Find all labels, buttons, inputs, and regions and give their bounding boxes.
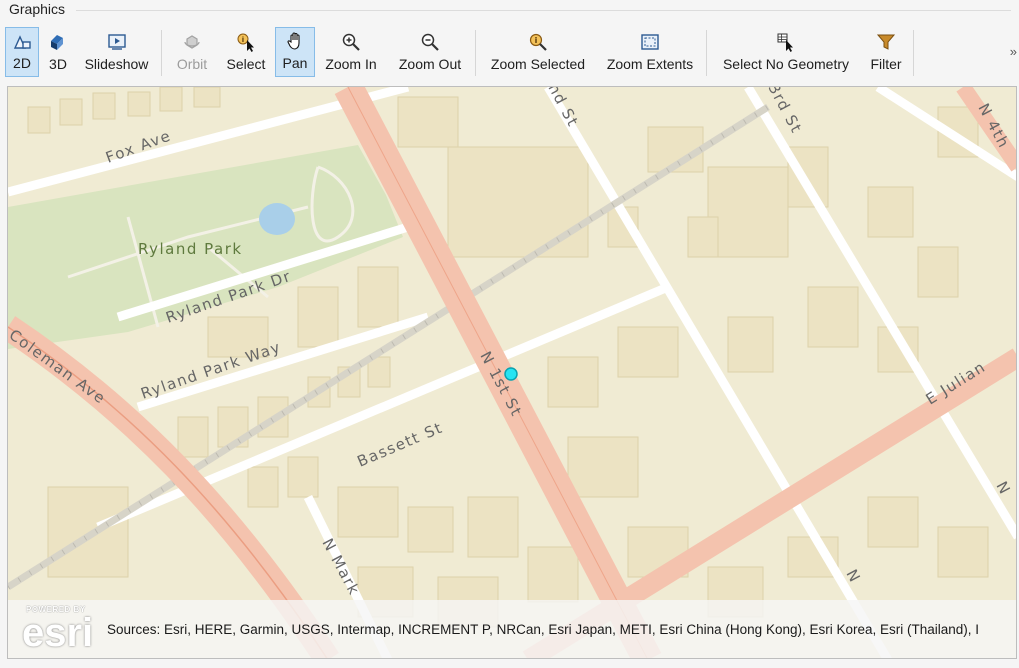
slideshow-icon bbox=[107, 34, 126, 50]
zoom-extents-label: Zoom Extents bbox=[606, 56, 694, 72]
slideshow-button[interactable]: Slideshow bbox=[79, 27, 154, 77]
select-label: Select bbox=[226, 56, 266, 72]
separator bbox=[475, 30, 476, 76]
graphics-panel-title: Graphics bbox=[9, 1, 66, 17]
zoom-in-label: Zoom In bbox=[325, 56, 377, 72]
2d-label: 2D bbox=[13, 55, 31, 71]
zoom-in-button[interactable]: Zoom In bbox=[320, 27, 382, 77]
2d-button[interactable]: 2D bbox=[5, 27, 39, 77]
svg-text:i: i bbox=[242, 36, 244, 44]
zoom-in-icon bbox=[342, 33, 360, 51]
view-3d-icon bbox=[51, 35, 63, 50]
select-no-geometry-button[interactable]: Select No Geometry bbox=[716, 27, 856, 77]
pan-label: Pan bbox=[282, 55, 308, 71]
slideshow-label: Slideshow bbox=[84, 56, 149, 72]
select-button[interactable]: i Select bbox=[222, 27, 270, 77]
separator bbox=[161, 30, 162, 76]
ribbon-toolbar: 2D 3D Slideshow Orbit i Select Pan Zoom … bbox=[0, 24, 1019, 80]
pond bbox=[259, 203, 295, 235]
label-ryland-park: Ryland Park bbox=[138, 240, 243, 258]
zoom-selected-icon: i bbox=[529, 33, 547, 51]
3d-label: 3D bbox=[49, 56, 67, 72]
separator bbox=[706, 30, 707, 76]
zoom-extents-button[interactable]: Zoom Extents bbox=[601, 27, 699, 77]
esri-wordmark: esri bbox=[22, 611, 94, 655]
basemap: Fox Ave Ryland Park Ryland Park Dr Rylan… bbox=[8, 87, 1016, 658]
pan-button[interactable]: Pan bbox=[275, 27, 315, 77]
svg-text:i: i bbox=[535, 36, 538, 45]
orbit-label: Orbit bbox=[176, 56, 208, 72]
zoom-selected-button[interactable]: i Zoom Selected bbox=[484, 27, 592, 77]
attribution-sources: Sources: Esri, HERE, Garmin, USGS, Inter… bbox=[107, 622, 980, 637]
group-divider bbox=[76, 10, 1011, 11]
filter-label: Filter bbox=[870, 56, 902, 72]
zoom-extents-icon bbox=[641, 34, 659, 50]
orbit-button[interactable]: Orbit bbox=[170, 27, 214, 77]
zoom-out-label: Zoom Out bbox=[398, 56, 462, 72]
view-2d-icon bbox=[13, 35, 31, 49]
zoom-out-button[interactable]: Zoom Out bbox=[392, 27, 468, 77]
select-cursor-icon: i bbox=[237, 33, 254, 52]
filter-button[interactable]: Filter bbox=[864, 27, 908, 77]
filter-icon bbox=[876, 34, 896, 50]
esri-logo: POWERED BY esri bbox=[22, 605, 102, 655]
toolbar-overflow-chevron[interactable]: » bbox=[1010, 44, 1017, 59]
select-no-geometry-icon bbox=[777, 33, 793, 52]
separator bbox=[913, 30, 914, 76]
zoom-selected-label: Zoom Selected bbox=[490, 56, 586, 72]
map-view[interactable]: Fox Ave Ryland Park Ryland Park Dr Rylan… bbox=[7, 86, 1017, 659]
select-no-geometry-label: Select No Geometry bbox=[722, 56, 850, 72]
zoom-out-icon bbox=[421, 33, 439, 51]
attribution-bar: POWERED BY esri Sources: Esri, HERE, Gar… bbox=[8, 600, 1016, 658]
orbit-icon bbox=[184, 35, 200, 49]
hand-icon bbox=[287, 32, 300, 50]
3d-button[interactable]: 3D bbox=[42, 27, 74, 77]
